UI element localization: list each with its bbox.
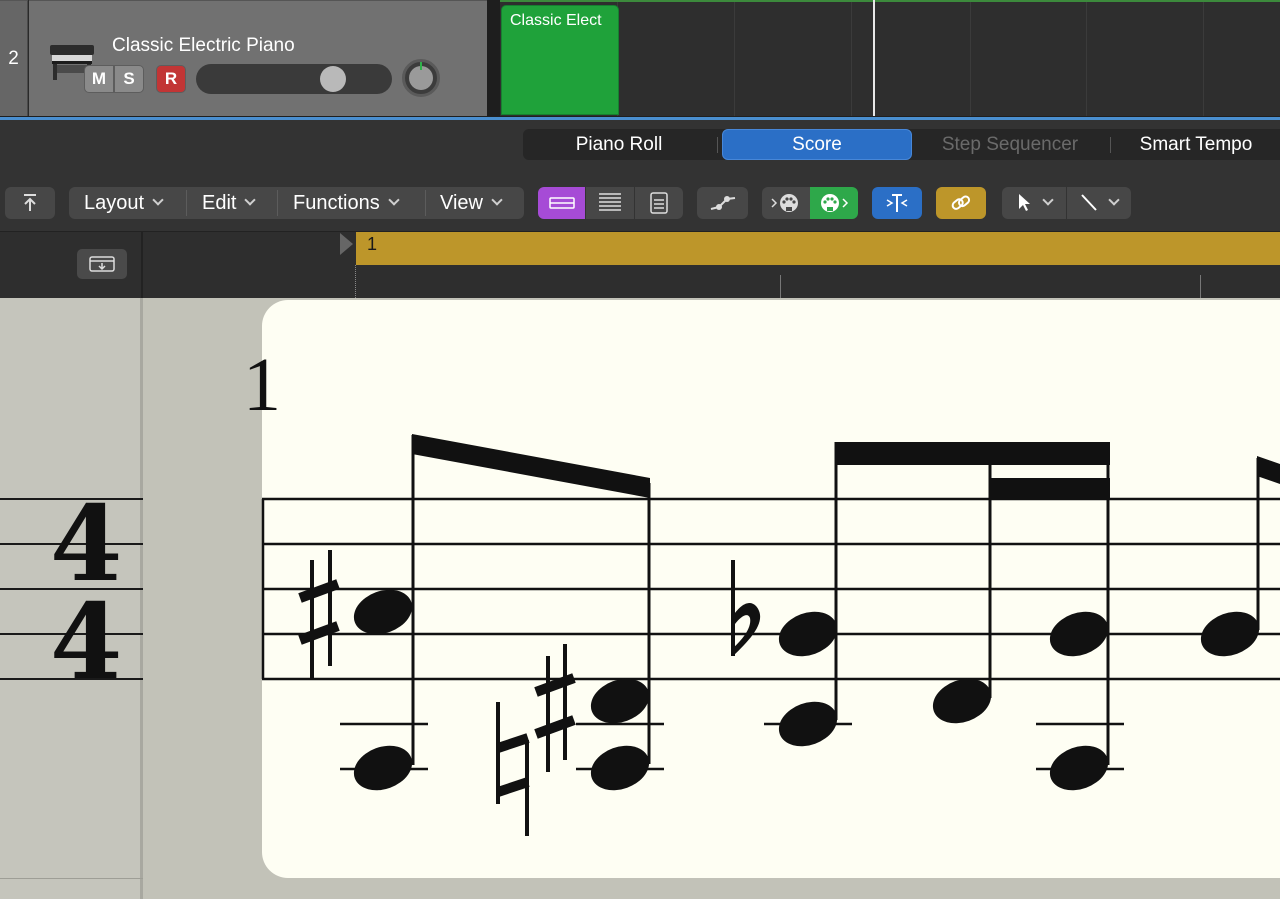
import-button[interactable] [77,249,127,279]
catch-up-button[interactable] [5,187,55,219]
linear-view-button[interactable] [538,187,585,219]
bar-start-marker [355,265,356,298]
catch-up-icon [24,194,36,211]
volume-slider-thumb[interactable] [320,66,346,92]
page-view-icon [650,192,668,214]
sharp-accidental[interactable] [298,550,340,678]
functions-menu-label: Functions [293,191,380,214]
note[interactable] [1195,604,1266,664]
midi-out-icon [821,194,849,212]
linear-view-icon [548,197,575,209]
chevron-down-icon [388,194,400,206]
tab-step-sequencer[interactable]: Step Sequencer [912,129,1108,160]
layout-menu-label: Layout [84,191,145,214]
volume-slider[interactable] [196,64,392,94]
tracks-area: 2 Classic Electric Piano M S R Classic E… [0,0,1280,118]
record-enable-button[interactable]: R [156,65,186,93]
midi-in-icon [771,194,798,212]
note[interactable] [585,671,656,798]
tab-piano-roll[interactable]: Piano Roll [524,129,714,160]
sharp-accidental[interactable] [534,644,576,772]
staff [261,497,1280,681]
automation-icon [710,196,735,210]
pencil-tool-menu[interactable] [1067,187,1131,219]
link-icon [951,195,971,210]
pointer-tool-icon [1019,194,1030,211]
note[interactable] [348,582,419,798]
ruler-tick [1200,275,1201,298]
edit-menu-label: Edit [202,191,237,214]
flat-accidental[interactable] [731,560,761,656]
playhead[interactable] [873,0,875,116]
wrapped-view-icon [599,193,621,211]
import-icon [89,256,115,272]
snap-button[interactable] [872,187,922,219]
layout-menu[interactable]: Layout [84,187,164,219]
playhead-marker-icon[interactable] [340,233,353,255]
chevron-down-icon [152,194,164,206]
note[interactable] [1044,604,1115,798]
tab-smart-tempo[interactable]: Smart Tempo [1112,129,1280,160]
pan-knob[interactable] [402,59,440,97]
region-label: Classic Elect [510,12,602,29]
link-button[interactable] [936,187,986,219]
track-name[interactable]: Classic Electric Piano [112,35,295,57]
beam [1257,456,1280,484]
cycle-area[interactable] [356,232,1280,265]
chevron-down-icon [1108,194,1120,206]
ruler-tick [780,275,781,298]
time-signature-bottom: 4 [50,580,122,703]
beam [835,442,1110,465]
ruler-bar-number: 1 [367,234,378,254]
midi-out-button[interactable] [810,187,858,219]
edit-menu[interactable]: Edit [202,187,257,219]
mute-button[interactable]: M [84,65,114,93]
measure-number: 1 [243,343,281,427]
wrapped-view-button[interactable] [586,187,634,219]
pointer-tool-menu[interactable] [1002,187,1066,219]
tab-score[interactable]: Score [722,129,912,160]
score-notation[interactable]: 4 4 1 [0,298,1280,899]
chevron-down-icon [1042,194,1054,206]
natural-accidental[interactable] [496,702,530,836]
beam [990,478,1110,499]
solo-button[interactable]: S [114,65,144,93]
midi-in-button[interactable] [762,187,810,219]
track-header[interactable]: Classic Electric Piano [29,0,487,116]
view-menu-label: View [440,191,483,214]
chevron-down-icon [491,194,503,206]
functions-menu[interactable]: Functions [293,187,400,219]
midi-region[interactable]: Classic Elect [501,5,619,115]
track-number: 2 [0,0,28,116]
page-view-button[interactable] [635,187,683,219]
divider [487,0,500,116]
automation-button[interactable] [697,187,748,219]
view-menu[interactable]: View [440,187,503,219]
snap-icon [886,194,908,212]
pencil-tool-icon [1081,194,1097,211]
beam [412,434,650,498]
chevron-down-icon [244,194,257,206]
